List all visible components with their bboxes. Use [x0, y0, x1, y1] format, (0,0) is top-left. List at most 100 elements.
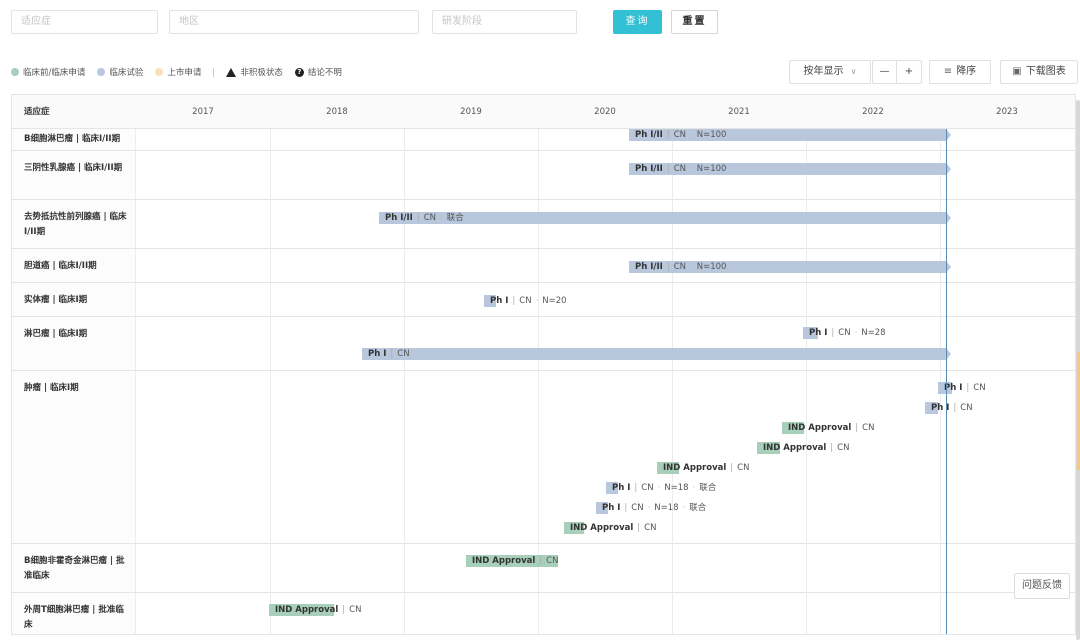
year-grid-line [538, 95, 539, 634]
region-text: CN [673, 262, 687, 272]
indication-column-header: 适应症 [24, 107, 50, 117]
extra-text: 联合 [446, 213, 464, 223]
year-grid-line [806, 95, 807, 634]
extra-text: 联合 [699, 483, 717, 493]
separator: | [831, 328, 835, 338]
row-label: 淋巴瘤 | 临床I期 [12, 317, 136, 370]
reset-button[interactable]: 重置 [671, 10, 718, 34]
legend-market: 上市申请 [155, 66, 201, 78]
separator: | [830, 443, 834, 453]
download-chart-button[interactable]: ▣ 下载图表 [1000, 60, 1078, 84]
legend-unclear-label: 结论不明 [307, 68, 342, 78]
separator: | [390, 349, 394, 359]
region-text: CN [644, 523, 657, 533]
separator: | [342, 605, 346, 615]
region-text: CN [519, 296, 532, 306]
separator: | [855, 423, 859, 433]
separator: | [512, 296, 516, 306]
zoom-out-button[interactable]: — [873, 61, 897, 83]
phase-text: IND Approval [275, 605, 339, 615]
separator: · [692, 483, 696, 493]
indication-filter[interactable]: 适应症 [11, 10, 158, 34]
clinical-phase-bar[interactable] [362, 348, 951, 360]
table-row: 外周T细胞淋巴瘤 | 批准临床 [12, 593, 1075, 634]
download-label: 下载图表 [1025, 66, 1066, 77]
row-label: 去势抵抗性前列腺癌 | 临床I/II期 [12, 200, 136, 248]
year-header: 2020 [594, 107, 616, 117]
separator: · [690, 164, 693, 174]
region-text: CN [737, 463, 750, 473]
separator: · [440, 213, 443, 223]
region-text: CN [838, 328, 851, 338]
phase-text: Ph I [368, 349, 387, 359]
phase-text: IND Approval [570, 523, 634, 533]
separator: | [624, 503, 628, 513]
stage-filter[interactable]: 研发阶段 [432, 10, 577, 34]
region-filter[interactable]: 地区 [169, 10, 419, 34]
region-text: CN [631, 503, 644, 513]
row-label: B细胞淋巴瘤 | 临床I/II期 [12, 129, 136, 150]
display-mode-select[interactable]: 按年显示 ∨ [789, 60, 871, 84]
year-grid-line [270, 95, 271, 634]
extra-text: N=28 [861, 328, 886, 338]
legend-inactive: 非积极状态 [226, 66, 283, 78]
phase-text: Ph I [809, 328, 828, 338]
region-text: CN [673, 130, 687, 140]
legend-divider [213, 67, 215, 77]
row-label: 实体瘤 | 临床I期 [12, 283, 136, 316]
bar-label: Ph I/II | CN · 联合 [385, 212, 464, 224]
year-header: 2019 [460, 107, 482, 117]
bar-label: Ph I/II | CN · N=100 [635, 129, 726, 141]
year-header: 2017 [192, 107, 214, 117]
table-row: 肿瘤 | 临床I期 [12, 371, 1075, 544]
region-text: CN [673, 164, 687, 174]
separator: · [854, 328, 858, 338]
legend-preclinical: 临床前/临床申请 [11, 66, 85, 78]
row-label: 胆道癌 | 临床I/II期 [12, 249, 136, 282]
legend: 临床前/临床申请 临床试验 上市申请 非积极状态 ? 结论不明 [11, 64, 354, 80]
separator: | [634, 483, 638, 493]
bar-label: IND Approval | CN [788, 422, 874, 434]
bar-label: Ph I | CN [931, 402, 973, 414]
region-text: CN [546, 556, 559, 566]
separator: · [647, 503, 651, 513]
feedback-button[interactable]: 问题反馈 [1014, 573, 1070, 599]
legend-market-label: 上市申请 [167, 68, 202, 78]
phase-text: Ph I/II [385, 213, 413, 223]
sort-label: 降序 [956, 66, 977, 77]
sort-button[interactable]: ≡ 降序 [929, 60, 991, 84]
zoom-in-button[interactable]: + [897, 61, 921, 83]
extra-text: N=100 [696, 130, 727, 140]
separator: · [657, 483, 661, 493]
row-label: 外周T细胞淋巴瘤 | 批准临床 [12, 593, 136, 634]
region-text: CN [397, 349, 410, 359]
table-row: 淋巴瘤 | 临床I期 [12, 317, 1075, 371]
bar-label: Ph I | CN [944, 382, 986, 394]
bar-label: IND Approval | CN [763, 442, 849, 454]
table-row: 去势抵抗性前列腺癌 | 临床I/II期 [12, 200, 1075, 249]
phase-text: Ph I/II [635, 130, 663, 140]
phase-text: IND Approval [763, 443, 827, 453]
zoom-control: — + [872, 60, 922, 84]
separator: · [690, 130, 693, 140]
separator: | [539, 556, 543, 566]
query-button[interactable]: 查询 [613, 10, 662, 34]
separator: | [416, 213, 420, 223]
legend-clinical-label: 临床试验 [109, 68, 144, 78]
bar-label: Ph I | CN · N=28 [809, 327, 886, 339]
region-text: CN [641, 483, 654, 493]
extra-text: N=100 [696, 262, 727, 272]
year-header: 2022 [862, 107, 884, 117]
bar-label: IND Approval | CN [472, 555, 558, 567]
year-header: 2021 [728, 107, 750, 117]
extra-text: N=18 [664, 483, 689, 493]
bar-label: IND Approval | CN [570, 522, 656, 534]
extra-text: N=18 [654, 503, 679, 513]
separator: | [666, 164, 670, 174]
separator: | [730, 463, 734, 473]
clinical-phase-bar[interactable] [379, 212, 951, 224]
chevron-down-icon: ∨ [850, 67, 857, 76]
phase-text: IND Approval [788, 423, 852, 433]
blue-dot-icon [97, 68, 106, 76]
separator: | [966, 383, 970, 393]
